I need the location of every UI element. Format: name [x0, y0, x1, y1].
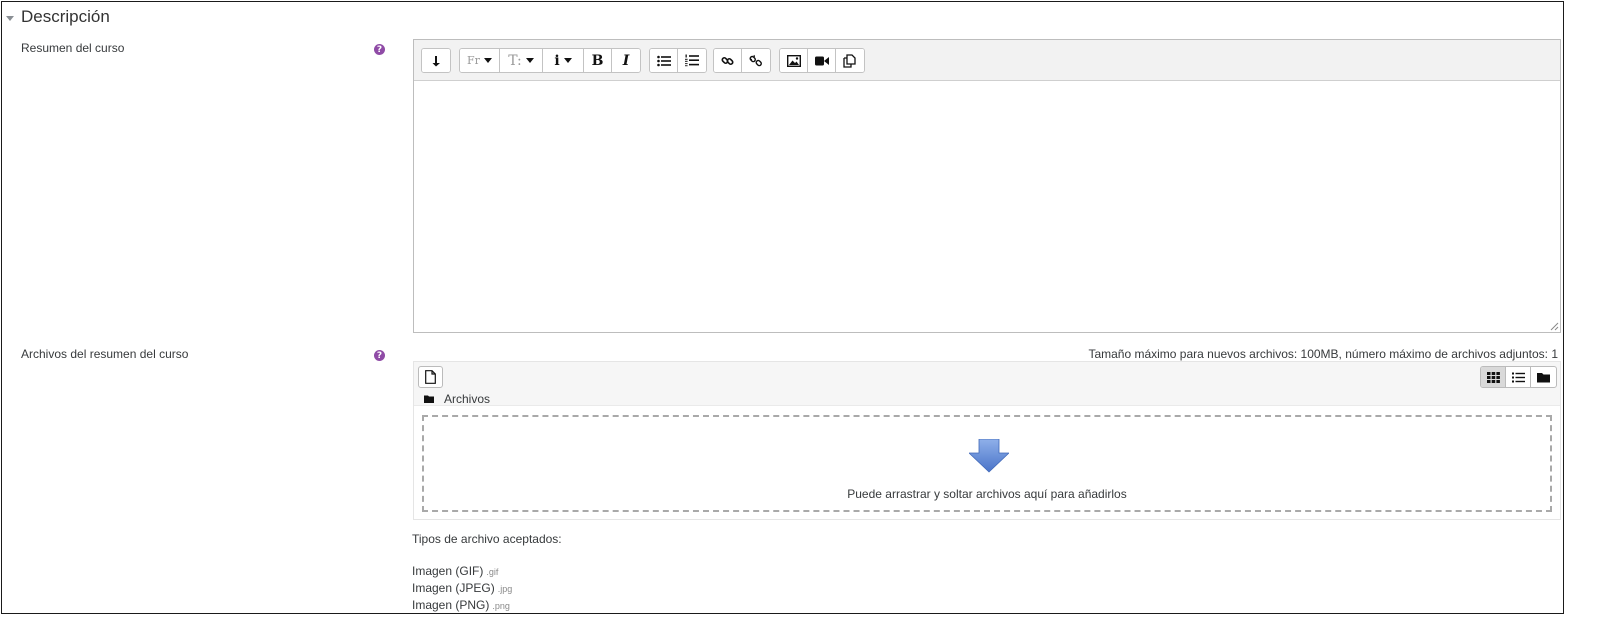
- accepted-type-item: Imagen (JPEG) .jpg: [412, 581, 513, 595]
- caret-down-icon: [6, 15, 14, 21]
- toolbar-group-style: Fr T: i B I: [459, 48, 641, 73]
- manage-files-icon: [843, 53, 856, 68]
- font-family-icon: Fr: [467, 54, 480, 67]
- tree-view-button[interactable]: [1531, 367, 1556, 387]
- file-drop-zone[interactable]: Puede arrastrar y soltar archivos aquí p…: [422, 415, 1552, 512]
- link-icon: [720, 56, 734, 65]
- media-icon: [814, 56, 829, 65]
- unlink-icon: [749, 54, 762, 66]
- bold-button[interactable]: B: [584, 49, 612, 72]
- unordered-list-button[interactable]: [650, 49, 678, 72]
- folder-icon: [424, 395, 434, 403]
- file-manager-toolbar: Archivos: [414, 362, 1560, 406]
- resize-handle-icon[interactable]: [1550, 322, 1559, 331]
- grid-icon: [1486, 371, 1500, 383]
- media-button[interactable]: [808, 49, 836, 72]
- image-icon: [786, 54, 801, 67]
- file-path: Archivos: [424, 392, 490, 406]
- paragraph-style-icon: i: [554, 52, 560, 69]
- view-switcher: [1480, 366, 1557, 388]
- accepted-types-heading: Tipos de archivo aceptados:: [412, 532, 562, 546]
- accepted-types: Tipos de archivo aceptados: Imagen (GIF)…: [412, 532, 562, 614]
- section-toggle[interactable]: Descripción: [6, 6, 110, 28]
- drop-message: Puede arrastrar y soltar archivos aquí p…: [847, 487, 1127, 501]
- paragraph-style-button[interactable]: i: [543, 49, 584, 72]
- question-circle-icon[interactable]: ?: [374, 44, 385, 55]
- accepted-type-item: Imagen (GIF) .gif: [412, 564, 499, 578]
- list-view-button[interactable]: [1506, 367, 1531, 387]
- accepted-type-item: Imagen (PNG) .png: [412, 598, 510, 612]
- collapse-icon: [432, 55, 440, 66]
- list-icon: [1511, 372, 1525, 382]
- file-icon: [425, 370, 436, 384]
- editor-toolbar: Fr T: i B I: [414, 40, 1560, 81]
- section-title: Descripción: [21, 7, 110, 26]
- toolbar-group-media: [779, 48, 865, 73]
- summary-editor-content[interactable]: [414, 81, 1560, 332]
- link-button[interactable]: [714, 49, 742, 72]
- manage-files-button[interactable]: [836, 49, 864, 72]
- max-file-info: Tamaño máximo para nuevos archivos: 100M…: [1088, 347, 1558, 361]
- unordered-list-icon: [656, 55, 671, 66]
- path-label[interactable]: Archivos: [444, 392, 490, 406]
- toolbar-group-links: [713, 48, 771, 73]
- font-family-button[interactable]: Fr: [460, 49, 500, 72]
- folder-icon: [1537, 372, 1550, 382]
- icon-view-button[interactable]: [1481, 367, 1506, 387]
- summary-editor: Fr T: i B I: [413, 39, 1561, 333]
- file-manager: Archivos Puede arrastrar y soltar archiv…: [413, 361, 1561, 520]
- arrow-down-icon: [969, 439, 1009, 473]
- collapse-button[interactable]: [422, 49, 450, 72]
- add-file-button[interactable]: [418, 366, 443, 388]
- ordered-list-button[interactable]: [678, 49, 706, 72]
- toolbar-group-collapse: [421, 48, 451, 73]
- font-size-icon: T:: [508, 52, 522, 69]
- image-button[interactable]: [780, 49, 808, 72]
- italic-icon: I: [622, 52, 630, 69]
- files-label: Archivos del resumen del curso: [21, 347, 189, 361]
- bold-icon: B: [591, 52, 604, 69]
- font-size-button[interactable]: T:: [500, 49, 543, 72]
- unlink-button[interactable]: [742, 49, 770, 72]
- toolbar-group-lists: [649, 48, 707, 73]
- description-fieldset: Descripción Resumen del curso ? Fr T: i: [1, 1, 1564, 614]
- question-circle-icon[interactable]: ?: [374, 350, 385, 361]
- summary-label: Resumen del curso: [21, 41, 125, 55]
- ordered-list-icon: [685, 54, 699, 67]
- italic-button[interactable]: I: [612, 49, 640, 72]
